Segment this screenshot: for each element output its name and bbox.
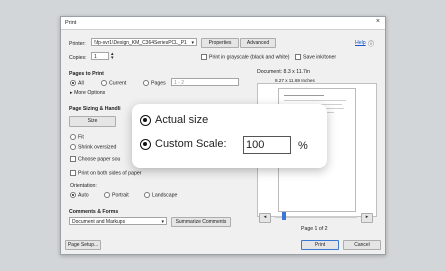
landscape-label: Landscape [152, 192, 178, 199]
previous-page-button[interactable]: ◂ [259, 213, 271, 223]
radio-current[interactable]: Current [101, 80, 126, 86]
printer-select[interactable]: \\fp-svr1\Design_KM_C364SeriesPCL_P1 ▾ [91, 38, 197, 46]
radio-pages-icon [143, 80, 149, 86]
grayscale-label: Print in grayscale (black and white) [209, 54, 290, 61]
document-size: Document: 8.3 x 11.7in [257, 69, 310, 75]
portrait-radio-icon [104, 192, 110, 198]
close-icon[interactable]: × [376, 18, 380, 25]
zoom-callout: Actual size Custom Scale: 100 % [132, 104, 327, 168]
orientation-landscape[interactable]: Landscape [144, 192, 177, 198]
shrink-radio-icon [70, 144, 76, 150]
fit-label: Fit [78, 134, 84, 141]
chevron-down-icon: ▾ [191, 40, 194, 46]
help-icon[interactable]: ⓘ [368, 39, 374, 48]
radio-all-label: All [78, 80, 84, 87]
page-slider-thumb[interactable] [282, 212, 286, 220]
help-link[interactable]: Help [355, 40, 366, 46]
both-sides-checkbox[interactable] [70, 170, 76, 176]
grayscale-option[interactable]: Print in grayscale (black and white) [201, 54, 289, 60]
printer-label: Printer: [69, 41, 86, 47]
auto-radio-icon [70, 192, 76, 198]
radio-current-icon [101, 80, 107, 86]
radio-pages[interactable]: Pages [143, 80, 166, 86]
page-slider-track[interactable] [275, 216, 357, 218]
more-options-toggle[interactable]: ▸ More Options [70, 90, 105, 96]
printer-value: \\fp-svr1\Design_KM_C364SeriesPCL_P1 [94, 40, 187, 46]
actual-size-option[interactable]: Actual size [140, 114, 208, 126]
pages-range-input[interactable]: 1 - 2 [171, 78, 239, 86]
size-tab[interactable]: Size [69, 116, 116, 127]
orientation-label: Orientation: [70, 183, 97, 189]
actual-size-label: Actual size [155, 114, 209, 126]
percent-label: % [298, 140, 308, 152]
orientation-portrait[interactable]: Portrait [104, 192, 129, 198]
custom-scale-radio-icon [140, 138, 151, 150]
expand-arrow-icon: ▸ [70, 90, 73, 96]
save-ink-checkbox[interactable] [295, 54, 301, 60]
page-sizing-title: Page Sizing & Handli [69, 106, 121, 112]
portrait-label: Portrait [112, 192, 129, 199]
copies-label: Copies: [69, 55, 87, 61]
custom-scale-input[interactable]: 100 [243, 136, 291, 154]
next-page-button[interactable]: ▸ [361, 213, 373, 223]
both-sides-option[interactable]: Print on both sides of paper [70, 170, 141, 176]
chevron-down-icon: ▾ [161, 219, 164, 225]
choose-paper-label: Choose paper sou [78, 156, 121, 163]
custom-scale-option[interactable]: Custom Scale: [140, 138, 227, 150]
fit-option[interactable]: Fit [70, 134, 84, 140]
landscape-radio-icon [144, 192, 150, 198]
grayscale-checkbox[interactable] [201, 54, 207, 60]
copies-stepper[interactable]: ▴ ▾ [111, 52, 114, 61]
fit-radio-icon [70, 134, 76, 140]
pages-to-print-title: Pages to Print [69, 71, 104, 77]
custom-scale-label: Custom Scale: [155, 138, 227, 150]
page-indicator: Page 1 of 2 [301, 226, 328, 232]
print-button[interactable]: Print [301, 240, 339, 250]
choose-paper-option[interactable]: Choose paper sou [70, 156, 120, 162]
choose-paper-checkbox[interactable] [70, 156, 76, 162]
properties-button[interactable]: Properties [201, 38, 239, 48]
shrink-label: Shrink oversized [78, 144, 117, 151]
radio-current-label: Current [109, 80, 127, 87]
copies-input[interactable]: 1 [91, 52, 109, 60]
radio-pages-label: Pages [151, 80, 166, 87]
radio-all-icon [70, 80, 76, 86]
window-title: Print [65, 20, 77, 26]
orientation-auto[interactable]: Auto [70, 192, 89, 198]
summarize-comments-button[interactable]: Summarize Comments [171, 217, 231, 227]
advanced-button[interactable]: Advanced [240, 38, 276, 48]
comments-title: Comments & Forms [69, 209, 119, 215]
comments-select[interactable]: Document and Markups ▾ [69, 217, 167, 225]
save-ink-option[interactable]: Save ink/toner [295, 54, 336, 60]
auto-label: Auto [78, 192, 89, 199]
title-bar: Print × [61, 17, 385, 30]
radio-all[interactable]: All [70, 80, 84, 86]
cancel-button[interactable]: Cancel [343, 240, 381, 250]
preview-text-line [284, 100, 346, 101]
more-options-label: More Options [74, 90, 106, 96]
actual-size-radio-icon [140, 114, 151, 126]
page-setup-button[interactable]: Page Setup... [65, 240, 101, 250]
both-sides-label: Print on both sides of paper [78, 170, 142, 177]
shrink-option[interactable]: Shrink oversized [70, 144, 116, 150]
preview-text-line [284, 95, 324, 96]
comments-value: Document and Markups [72, 219, 126, 225]
save-ink-label: Save ink/toner [303, 54, 337, 61]
